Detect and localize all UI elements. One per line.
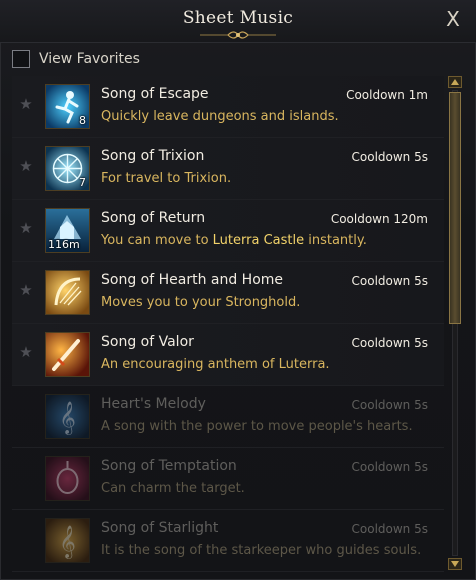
song-row-hearts-melody[interactable]: 𝄞 Heart's Melody A song with the power t… [12, 386, 444, 448]
treble-clef-gold-icon: 𝄞 [45, 518, 90, 563]
view-favorites-toggle[interactable]: View Favorites [12, 48, 140, 70]
svg-text:𝄞: 𝄞 [59, 401, 76, 435]
favorite-star-icon[interactable]: ★ [18, 282, 34, 298]
view-favorites-checkbox[interactable] [12, 50, 30, 68]
favorite-star-icon[interactable]: ★ [18, 96, 34, 112]
song-description: Moves you to your Stronghold. [101, 295, 301, 310]
song-cooldown: Cooldown 120m [330, 212, 428, 226]
favorite-star-icon[interactable]: ★ [18, 158, 34, 174]
song-cooldown: Cooldown 5s [351, 274, 428, 288]
song-description: An encouraging anthem of Luterra. [101, 357, 330, 372]
treble-clef-blue-icon: 𝄞 [45, 394, 90, 439]
location-highlight: Luterra Castle [212, 233, 305, 248]
snowflake-sigil-icon: 7 [45, 146, 90, 191]
castle-return-icon: 116m [45, 208, 90, 253]
song-description: It is the song of the starkeeper who gui… [101, 543, 422, 558]
song-count: 7 [79, 176, 86, 189]
charm-lute-icon [45, 456, 90, 501]
favorite-star-icon[interactable]: ★ [18, 344, 34, 360]
scroll-thumb[interactable] [449, 92, 461, 324]
flaming-sword-icon [45, 332, 90, 377]
song-cooldown: Cooldown 5s [351, 336, 428, 350]
scroll-down-button[interactable] [448, 558, 462, 570]
close-button[interactable]: X [440, 6, 466, 32]
song-description: Can charm the target. [101, 481, 245, 496]
song-name: Song of Starlight [101, 520, 219, 536]
song-row-temptation[interactable]: Song of Temptation Can charm the target.… [12, 448, 444, 510]
song-cooldown: Cooldown 1m [346, 88, 428, 102]
arrow-up-icon [451, 79, 459, 85]
favorite-star-icon[interactable]: ★ [18, 220, 34, 236]
title-ornament-icon [200, 31, 276, 39]
song-count: 8 [79, 114, 86, 127]
song-cooldown: Cooldown 5s [351, 398, 428, 412]
song-name: Song of Valor [101, 334, 194, 350]
title-bar[interactable]: Sheet Music X [0, 0, 476, 43]
song-name: Song of Temptation [101, 458, 237, 474]
song-row-escape[interactable]: ★ 8 Song of Escape Quickly leave dungeon… [12, 76, 444, 138]
song-row-starlight[interactable]: 𝄞 Song of Starlight It is the song of th… [12, 510, 444, 572]
song-list-scrollbar[interactable] [446, 76, 464, 576]
song-cooldown: Cooldown 5s [351, 522, 428, 536]
song-cooldown-remaining: 116m [48, 238, 80, 251]
song-name: Song of Hearth and Home [101, 272, 284, 288]
song-description: For travel to Trixion. [101, 171, 232, 186]
scroll-up-button[interactable] [448, 76, 462, 88]
svg-text:𝄞: 𝄞 [59, 525, 76, 559]
arrow-down-icon [451, 561, 459, 567]
sheet-music-window: Sheet Music X View Favorites ★ 8 Song of… [0, 0, 476, 580]
song-name: Song of Escape [101, 86, 209, 102]
song-cooldown: Cooldown 5s [351, 150, 428, 164]
song-description: A song with the power to move people's h… [101, 419, 413, 434]
song-name: Song of Trixion [101, 148, 205, 164]
window-title: Sheet Music [182, 8, 294, 28]
song-list: ★ 8 Song of Escape Quickly leave dungeon… [12, 76, 444, 580]
view-favorites-label: View Favorites [39, 51, 140, 67]
golden-harp-icon [45, 270, 90, 315]
running-figure-icon: 8 [45, 84, 90, 129]
song-row-return[interactable]: ★ 116m Song of Return You can move to Lu… [12, 200, 444, 262]
song-row-hearth-and-home[interactable]: ★ Song of Hearth and Home Moves you to y… [12, 262, 444, 324]
song-description: Quickly leave dungeons and islands. [101, 109, 339, 124]
song-name: Heart's Melody [101, 396, 206, 412]
song-row-valor[interactable]: ★ Song of Valor An encouraging anthem of… [12, 324, 444, 386]
song-description: You can move to Luterra Castle instantly… [101, 233, 367, 248]
song-name: Song of Return [101, 210, 206, 226]
song-cooldown: Cooldown 5s [351, 460, 428, 474]
song-row-trixion[interactable]: ★ 7 Song of Trixion For travel to Trixio… [12, 138, 444, 200]
